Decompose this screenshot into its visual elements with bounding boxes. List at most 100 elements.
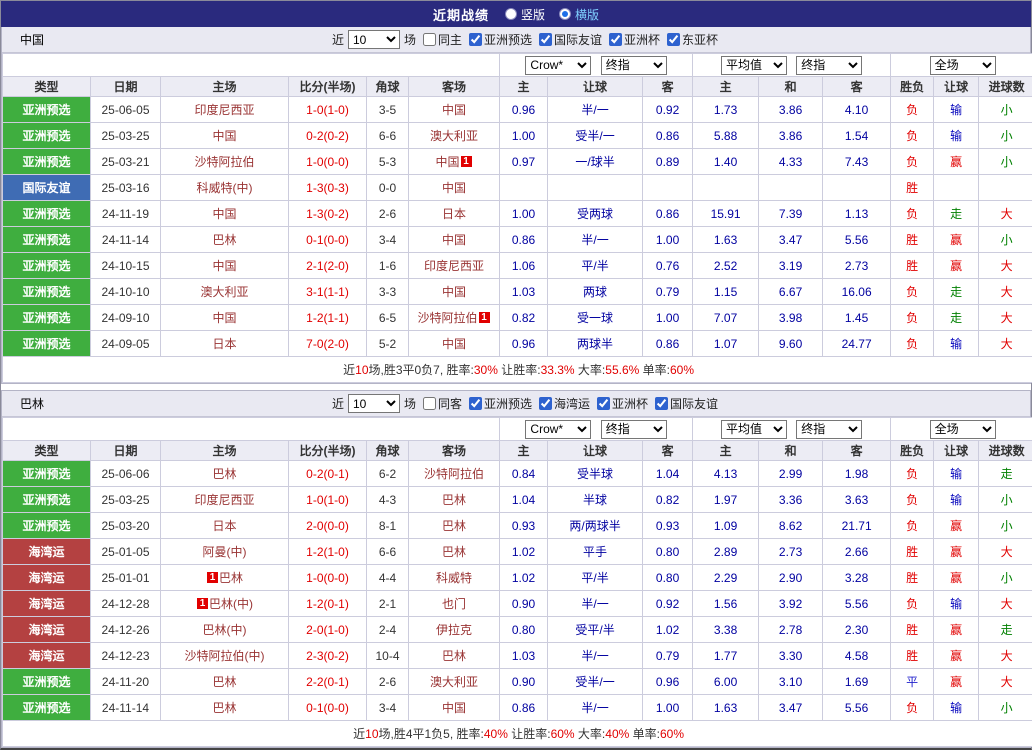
result-handicap: 输	[934, 695, 979, 721]
result-outcome: 负	[891, 695, 934, 721]
asia-stage-select[interactable]: 终指	[601, 420, 667, 439]
same-venue-filter[interactable]: 同主	[423, 31, 462, 48]
team-label: 也门	[442, 597, 466, 611]
asia-handicap: 平手	[548, 539, 643, 565]
eu-home-odds: 2.29	[693, 565, 759, 591]
type-badge: 亚洲预选	[3, 279, 91, 305]
fulltime-scope-select[interactable]: 全场	[930, 420, 996, 439]
matches-table: Crow* 终指 平均值 终指 全场 类型 日期 主场 比分(半场)	[2, 417, 1032, 747]
filter-checkbox[interactable]	[609, 33, 622, 46]
filter-option[interactable]: 亚洲预选	[469, 395, 532, 412]
eu-stage-select[interactable]: 终指	[796, 420, 862, 439]
asia-bookmaker-select[interactable]: Crow*	[525, 56, 591, 75]
team-name: 巴林	[20, 395, 130, 412]
filter-option[interactable]: 亚洲杯	[609, 31, 660, 48]
radio-horizontal-layout[interactable]: 横版	[559, 6, 599, 23]
eu-home-odds: 7.07	[693, 305, 759, 331]
col-score: 比分(半场)	[289, 77, 367, 97]
eu-draw-odds: 2.78	[759, 617, 823, 643]
match-date: 25-06-05	[91, 97, 161, 123]
filter-checkbox[interactable]	[655, 397, 668, 410]
team-label: 巴林	[212, 233, 236, 247]
asia-away-odds	[643, 175, 693, 201]
recent-count-select[interactable]: 10	[348, 394, 400, 413]
col-eu-draw: 和	[759, 77, 823, 97]
same-filter-checkbox[interactable]	[423, 397, 436, 410]
corner-score: 3-5	[367, 97, 409, 123]
team-label: 中国	[442, 337, 466, 351]
filter-checkbox[interactable]	[469, 397, 482, 410]
type-badge: 亚洲预选	[3, 97, 91, 123]
corner-score: 8-1	[367, 513, 409, 539]
result-outcome: 胜	[891, 617, 934, 643]
radio-horizontal-label: 横版	[575, 6, 599, 23]
filter-list: 亚洲预选国际友谊亚洲杯东亚杯	[462, 31, 718, 48]
eu-away-odds: 3.63	[823, 487, 891, 513]
result-goals: 小	[979, 565, 1032, 591]
eu-bookmaker-select[interactable]: 平均值	[721, 420, 787, 439]
match-row: 亚洲预选24-10-15中国2-1(2-0)1-6印度尼西亚1.06平/半0.7…	[3, 253, 1032, 279]
asia-away-odds: 0.79	[643, 643, 693, 669]
result-goals: 小	[979, 123, 1032, 149]
team-label: 巴林(中)	[209, 597, 253, 611]
filter-option[interactable]: 亚洲预选	[469, 31, 532, 48]
match-date: 25-03-20	[91, 513, 161, 539]
result-goals	[979, 175, 1032, 201]
filter-checkbox[interactable]	[539, 33, 552, 46]
result-handicap: 赢	[934, 669, 979, 695]
home-team: 巴林(中)	[161, 617, 289, 643]
asia-odds-select-cell: Crow* 终指	[500, 418, 693, 441]
away-team: 中国	[409, 695, 500, 721]
filter-option[interactable]: 国际友谊	[655, 395, 718, 412]
radio-vertical-layout[interactable]: 竖版	[505, 6, 545, 23]
corner-score: 6-2	[367, 461, 409, 487]
match-date: 25-06-06	[91, 461, 161, 487]
team-label: 科威特	[436, 571, 472, 585]
filter-option[interactable]: 海湾运	[539, 395, 590, 412]
asia-handicap: 平/半	[548, 565, 643, 591]
recent-label-prefix: 近	[332, 31, 344, 48]
team-label: 澳大利亚	[430, 129, 478, 143]
eu-home-odds: 15.91	[693, 201, 759, 227]
eu-bookmaker-select[interactable]: 平均值	[721, 56, 787, 75]
radio-circle-icon[interactable]	[505, 8, 517, 20]
radio-circle-selected-icon[interactable]	[559, 8, 571, 20]
eu-draw-odds: 3.92	[759, 591, 823, 617]
asia-stage-select[interactable]: 终指	[601, 56, 667, 75]
result-goals: 走	[979, 461, 1032, 487]
filter-checkbox[interactable]	[539, 397, 552, 410]
home-team: 中国	[161, 123, 289, 149]
topbar: 近期战绩 竖版 横版	[1, 1, 1031, 27]
same-filter-checkbox[interactable]	[423, 33, 436, 46]
team-label: 巴林	[442, 545, 466, 559]
team-label: 中国	[212, 259, 236, 273]
filter-checkbox[interactable]	[667, 33, 680, 46]
filter-option[interactable]: 亚洲杯	[597, 395, 648, 412]
team-label: 中国	[436, 155, 460, 169]
eu-away-odds: 1.45	[823, 305, 891, 331]
summary-segment: 30%	[474, 363, 498, 377]
filter-option[interactable]: 国际友谊	[539, 31, 602, 48]
asia-bookmaker-select[interactable]: Crow*	[525, 420, 591, 439]
type-badge: 海湾运	[3, 565, 91, 591]
eu-home-odds: 1.77	[693, 643, 759, 669]
team-label: 巴林	[212, 701, 236, 715]
filter-checkbox[interactable]	[597, 397, 610, 410]
asia-handicap: 受两球	[548, 201, 643, 227]
away-team: 日本	[409, 201, 500, 227]
team-label: 中国	[442, 181, 466, 195]
fulltime-scope-select[interactable]: 全场	[930, 56, 996, 75]
filter-checkbox[interactable]	[469, 33, 482, 46]
asia-handicap: 半/一	[548, 97, 643, 123]
match-score: 0-1(0-0)	[289, 695, 367, 721]
asia-away-odds: 1.02	[643, 617, 693, 643]
match-row: 海湾运24-12-23沙特阿拉伯(中)2-3(0-2)10-4巴林1.03半/一…	[3, 643, 1032, 669]
same-venue-filter[interactable]: 同客	[423, 395, 462, 412]
eu-stage-select[interactable]: 终指	[796, 56, 862, 75]
asia-away-odds: 0.80	[643, 539, 693, 565]
col-away: 客场	[409, 441, 500, 461]
team-label: 印度尼西亚	[424, 259, 484, 273]
home-team: 巴林	[161, 227, 289, 253]
recent-count-select[interactable]: 10	[348, 30, 400, 49]
filter-option[interactable]: 东亚杯	[667, 31, 718, 48]
